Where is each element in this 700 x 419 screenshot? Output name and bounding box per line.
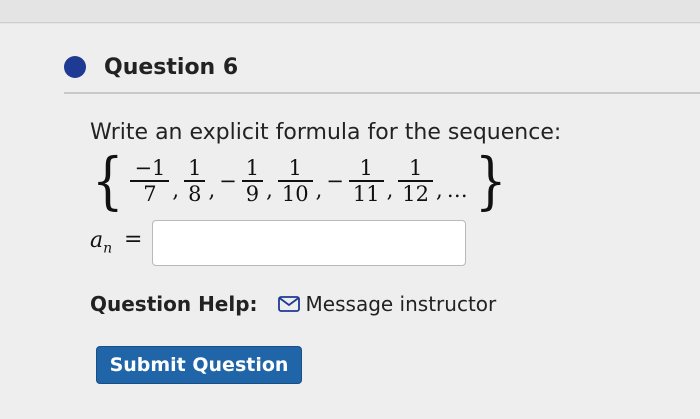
comma: , (315, 178, 323, 202)
question-prompt: Write an explicit formula for the sequen… (90, 120, 562, 145)
term-numerator: 1 (188, 156, 202, 181)
term-denominator: 7 (143, 181, 157, 206)
top-divider (0, 22, 700, 23)
submit-question-button[interactable]: Submit Question (96, 346, 302, 384)
term-numerator: 1 (245, 156, 260, 181)
top-bar (0, 0, 700, 24)
ellipsis: … (446, 178, 469, 202)
comma: , (266, 178, 273, 202)
comma: , (172, 178, 180, 202)
sequence-term-1: −1 7 (130, 156, 170, 206)
message-instructor-link[interactable]: Message instructor (277, 292, 497, 316)
question-status-bullet-icon (64, 56, 86, 78)
term-denominator: 8 (188, 181, 202, 206)
comma: , (208, 178, 216, 202)
sequence-term-5: 1 11 (348, 156, 384, 206)
sequence-term-3: 1 9 (241, 156, 264, 206)
question-help: Question Help: Message instructor (90, 292, 496, 316)
sequence-term-6: 1 12 (398, 156, 434, 206)
answer-variable: an (90, 228, 112, 256)
variable-subscript: n (103, 240, 113, 257)
term-denominator: 12 (402, 181, 430, 206)
sequence-term-2: 1 8 (184, 156, 206, 206)
open-brace: { (91, 144, 124, 217)
term-sign: − (219, 169, 237, 193)
answer-input[interactable] (152, 220, 466, 266)
header-divider (64, 92, 700, 94)
envelope-icon (277, 296, 300, 312)
sequence-term-4: 1 10 (277, 156, 313, 206)
term-sign: − (326, 169, 344, 193)
question-header: Question 6 (64, 52, 238, 82)
term-denominator: 9 (245, 181, 260, 206)
comma: , (436, 178, 443, 202)
message-instructor-label: Message instructor (305, 292, 497, 316)
equals-sign: = (124, 227, 143, 252)
question-title: Question 6 (104, 54, 239, 80)
close-brace: } (474, 144, 507, 217)
term-denominator: 10 (281, 181, 309, 206)
comma: , (386, 178, 394, 202)
question-help-label: Question Help: (90, 292, 258, 316)
term-numerator: −1 (134, 156, 166, 181)
term-numerator: 1 (359, 156, 373, 181)
term-denominator: 11 (352, 181, 380, 206)
term-numerator: 1 (288, 156, 302, 181)
sequence-expression: { −1 7 , 1 8 , − 1 9 , 1 10 , − 1 11 , 1… (88, 146, 510, 216)
term-numerator: 1 (408, 156, 423, 181)
variable-letter: a (90, 228, 104, 253)
